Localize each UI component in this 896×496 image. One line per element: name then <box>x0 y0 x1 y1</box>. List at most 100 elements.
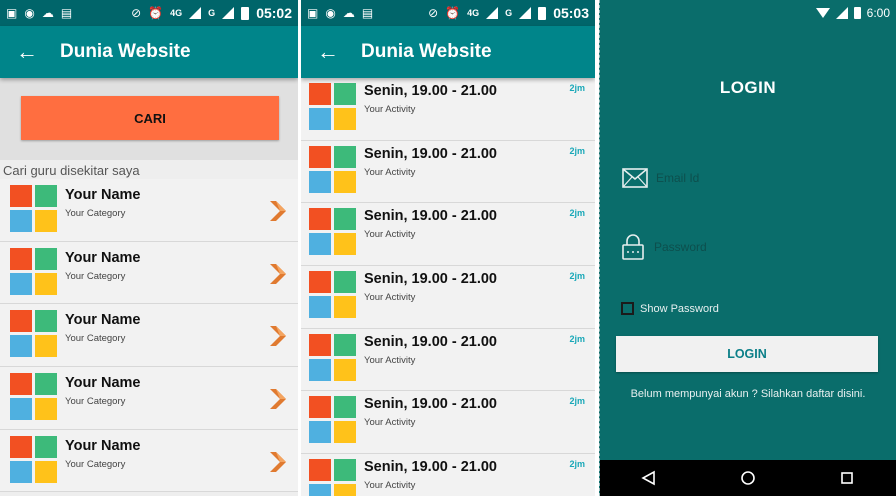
chevron-right-icon[interactable] <box>268 450 288 474</box>
teacher-name: Your Name <box>65 375 141 392</box>
teacher-list-item[interactable]: Your Name Your Category <box>0 367 298 430</box>
wifi-icon <box>815 8 830 18</box>
teacher-list-item[interactable]: Your Name Your Category <box>0 304 298 368</box>
schedule-time: Senin, 19.00 - 21.00 <box>364 208 497 225</box>
status-time: 6:00 <box>866 6 890 20</box>
schedule-activity: Your Activity <box>364 292 416 304</box>
signal-icon <box>835 7 848 19</box>
arrow-left-icon[interactable]: ← <box>16 41 38 63</box>
search-area: CARI <box>0 78 298 160</box>
status-bar: ▣ ◉ ☁ ▤ ⊘ ⏰ 4G G 05:03 <box>301 0 595 26</box>
schedule-activity: Your Activity <box>364 166 416 178</box>
signal-icon <box>189 7 202 19</box>
chevron-right-icon[interactable] <box>268 387 288 411</box>
network-type-2: G <box>505 8 513 18</box>
teacher-name: Your Name <box>65 187 141 203</box>
network-type: 4G <box>467 8 480 18</box>
schedule-list-item[interactable]: Senin, 19.00 - 21.00 Your Activity 2jm <box>301 140 595 204</box>
dnd-icon: ⊘ <box>131 6 142 20</box>
cloud-icon: ☁ <box>41 6 54 20</box>
hotspot-icon: ◉ <box>24 6 35 20</box>
schedule-time: Senin, 19.00 - 21.00 <box>364 396 497 413</box>
teacher-list: Your Name Your Category Your Name Your Cate… <box>0 179 298 493</box>
toolbar-title: Dunia Website <box>60 41 191 62</box>
grid-logo-icon <box>10 185 57 232</box>
grid-logo-icon <box>309 83 356 130</box>
login-title: LOGIN <box>719 78 777 97</box>
status-bar: 6:00 <box>600 0 896 26</box>
dnd-icon: ⊘ <box>428 6 439 20</box>
grid-logo-icon <box>309 396 356 444</box>
grid-logo-icon <box>309 271 356 319</box>
search-screen: ▣ ◉ ☁ ▤ ⊘ ⏰ 4G G 05:02 ← Dunia Website C… <box>0 0 298 496</box>
lock-icon <box>622 234 644 260</box>
schedule-list-item[interactable]: Senin, 19.00 - 21.00 Your Activity 2jm <box>301 78 595 141</box>
clipboard-icon: ▤ <box>60 6 73 20</box>
battery-icon <box>538 6 547 20</box>
grid-logo-icon <box>10 373 57 421</box>
teacher-list-item[interactable]: Your Name Your Category <box>0 179 298 242</box>
schedule-activity: Your Activity <box>364 354 416 366</box>
signal-icon-2 <box>222 7 235 19</box>
login-screen: 6:00 LOGIN Email Id Password Show Passwo… <box>599 0 896 496</box>
alarm-icon: ⏰ <box>445 6 461 20</box>
schedule-list-item[interactable]: Senin, 19.00 - 21.00 Your Activity 2jm <box>301 203 595 267</box>
time-ago-badge: 2jm <box>569 271 585 282</box>
teacher-list-item[interactable]: Your Name Your Category <box>0 429 298 493</box>
battery-icon <box>853 7 861 19</box>
schedule-list-item[interactable]: Senin, 19.00 - 21.00 Your Activity 2jm <box>301 391 595 455</box>
teacher-category: Your Category <box>65 333 126 345</box>
grid-logo-icon <box>309 145 356 193</box>
grid-logo-icon <box>309 333 356 381</box>
show-password-row[interactable]: Show Password <box>621 302 719 315</box>
chevron-right-icon[interactable] <box>268 262 288 286</box>
schedule-activity: Your Activity <box>364 480 416 492</box>
time-ago-badge: 2jm <box>569 396 585 407</box>
time-ago-badge: 2jm <box>569 333 585 344</box>
grid-logo-icon <box>10 247 57 295</box>
teacher-name: Your Name <box>65 437 141 454</box>
teacher-list-item[interactable]: Your Name Your Category <box>0 241 298 305</box>
schedule-time: Senin, 19.00 - 21.00 <box>364 83 497 99</box>
schedule-time: Senin, 19.00 - 21.00 <box>364 459 497 476</box>
teacher-name: Your Name <box>65 312 141 329</box>
show-password-checkbox[interactable] <box>621 302 634 315</box>
search-button[interactable]: CARI <box>21 96 279 140</box>
network-type: 4G <box>170 8 183 18</box>
back-triangle-icon[interactable] <box>641 470 657 486</box>
navigation-bar <box>600 460 896 496</box>
gallery-icon: ▣ <box>6 6 18 20</box>
envelope-icon <box>622 168 648 188</box>
time-ago-badge: 2jm <box>569 83 585 93</box>
chevron-right-icon[interactable] <box>268 324 288 348</box>
show-password-label: Show Password <box>640 302 719 315</box>
network-type-2: G <box>208 8 216 18</box>
schedule-list-item[interactable]: Senin, 19.00 - 21.00 Your Activity 2jm <box>301 266 595 329</box>
schedule-activity: Your Activity <box>364 229 416 241</box>
email-field[interactable]: Email Id <box>622 168 699 188</box>
home-circle-icon[interactable] <box>740 470 756 486</box>
schedule-activity: Your Activity <box>364 104 416 115</box>
password-field[interactable]: Password <box>622 234 707 260</box>
schedule-screen: ▣ ◉ ☁ ▤ ⊘ ⏰ 4G G 05:03 ← Dunia Website S… <box>301 0 595 496</box>
schedule-list-item[interactable]: Senin, 19.00 - 21.00 Your Activity 2jm <box>301 328 595 392</box>
recents-square-icon[interactable] <box>839 470 855 486</box>
chevron-right-icon[interactable] <box>268 199 288 223</box>
gallery-icon: ▣ <box>307 6 319 20</box>
schedule-time: Senin, 19.00 - 21.00 <box>364 145 497 162</box>
battery-icon <box>241 6 250 20</box>
status-time: 05:02 <box>256 5 292 21</box>
toolbar: ← Dunia Website <box>301 26 595 78</box>
schedule-list-item[interactable]: Senin, 19.00 - 21.00 Your Activity 2jm <box>301 454 595 496</box>
schedule-activity: Your Activity <box>364 417 416 429</box>
login-button[interactable]: LOGIN <box>616 336 878 372</box>
teacher-name: Your Name <box>65 249 141 266</box>
signal-icon <box>486 7 499 19</box>
schedule-list: Senin, 19.00 - 21.00 Your Activity 2jm Seni… <box>301 78 595 496</box>
register-link[interactable]: Belum mempunyai akun ? Silahkan daftar d… <box>600 388 896 400</box>
arrow-left-icon[interactable]: ← <box>317 41 339 63</box>
alarm-icon: ⏰ <box>148 6 164 20</box>
password-placeholder: Password <box>654 240 707 254</box>
grid-logo-icon <box>309 208 356 256</box>
teacher-category: Your Category <box>65 208 126 219</box>
